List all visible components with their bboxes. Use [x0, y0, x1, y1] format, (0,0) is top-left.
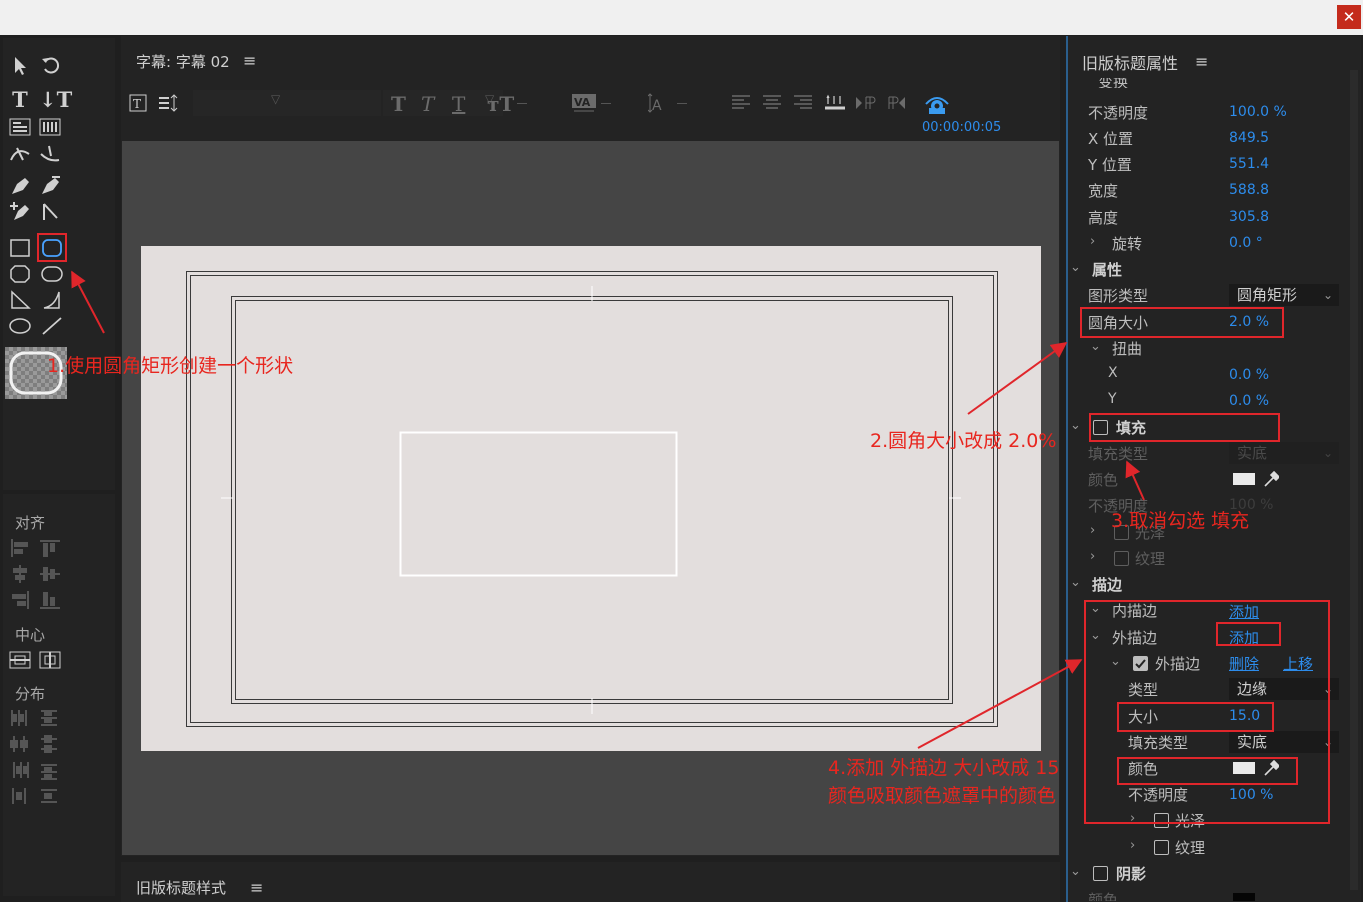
annotation-arrows	[71, 270, 1145, 749]
annotation-step-2: 2.圆角大小改成 2.0%	[870, 430, 1057, 452]
annotation-step-4-line-1: 4.添加 外描边 大小改成 15	[828, 757, 1060, 779]
annotation-step-3: 3.取消勾选 填充	[1111, 510, 1250, 532]
annotation-step-4-line-2: 颜色吸取颜色遮罩中的颜色	[828, 785, 1057, 807]
annotation-step-1: 1.使用圆角矩形创建一个形状	[47, 355, 294, 377]
